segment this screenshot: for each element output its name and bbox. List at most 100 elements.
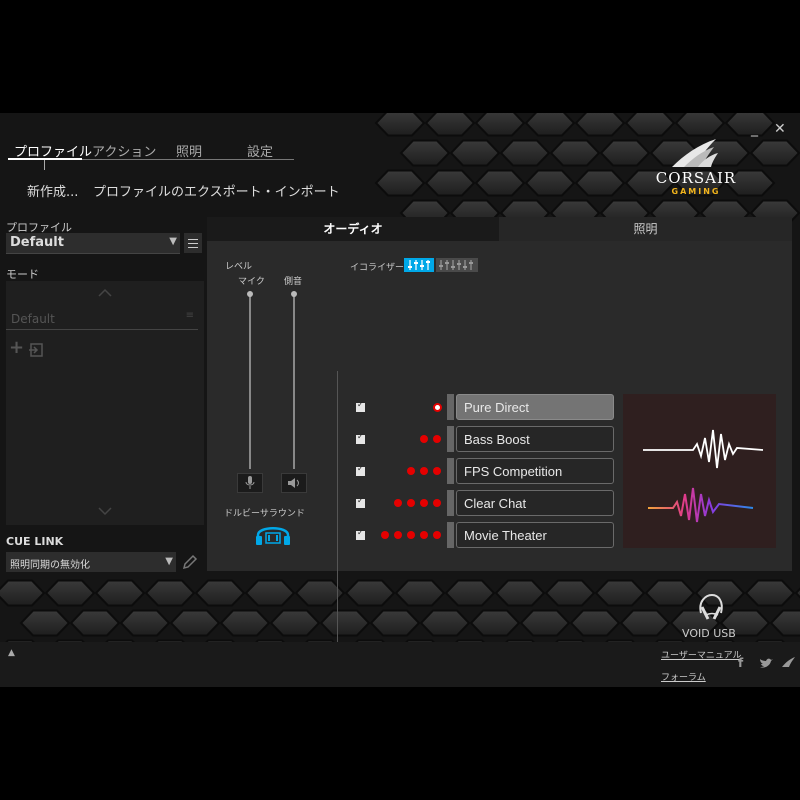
hexagon-tile bbox=[769, 609, 800, 637]
close-button[interactable]: ✕ bbox=[774, 121, 786, 137]
preset-checkbox[interactable] bbox=[356, 432, 365, 444]
profile-menu-button[interactable] bbox=[184, 233, 202, 253]
export-import-link[interactable]: プロファイルのエクスポート・インポート bbox=[93, 181, 340, 200]
eq-custom-mode-button[interactable] bbox=[436, 258, 478, 272]
corsair-icon[interactable] bbox=[780, 656, 796, 668]
preset-indicator-bar bbox=[447, 426, 454, 452]
preset-checkbox[interactable] bbox=[356, 464, 365, 476]
minimize-button[interactable]: _ bbox=[751, 121, 758, 137]
hexagon-tile bbox=[94, 579, 146, 607]
facebook-icon[interactable]: f bbox=[738, 656, 743, 670]
eq-preset-label: Bass Boost bbox=[464, 432, 530, 447]
eq-preset-mode-button[interactable] bbox=[404, 258, 434, 272]
add-mode-icon[interactable]: + bbox=[9, 337, 24, 358]
preset-level-dot bbox=[420, 467, 428, 475]
drag-handle-icon[interactable]: ≡ bbox=[186, 310, 194, 321]
dolby-headphone-icon[interactable] bbox=[255, 524, 291, 546]
hexagon-tile bbox=[269, 609, 321, 637]
audio-visualization bbox=[623, 394, 776, 548]
preset-checkbox[interactable] bbox=[356, 528, 365, 540]
hexagon-tile bbox=[524, 113, 576, 137]
hexagon-tile bbox=[474, 169, 526, 197]
preset-level-dot bbox=[433, 403, 442, 412]
hexagon-tile bbox=[444, 579, 496, 607]
twitter-icon[interactable] bbox=[759, 658, 773, 669]
cue-link-select[interactable]: 照明同期の無効化 ▼ bbox=[6, 552, 176, 572]
scroll-up-icon[interactable] bbox=[98, 289, 112, 297]
hexagon-tile bbox=[374, 113, 426, 137]
preset-level-dot bbox=[420, 499, 428, 507]
hexagon-tile bbox=[169, 609, 221, 637]
tab-actions[interactable]: アクション bbox=[92, 141, 156, 160]
device-name: VOID USB bbox=[682, 627, 736, 640]
sidetone-slider-track[interactable] bbox=[293, 295, 295, 469]
hexagon-tile bbox=[424, 169, 476, 197]
expand-icon[interactable]: ▲ bbox=[8, 648, 15, 658]
hexagon-tile bbox=[119, 609, 171, 637]
app-window: _ ✕ プロファイル アクション 照明 設定 新作成... プロファイルのエクス… bbox=[0, 113, 800, 687]
preset-indicator-bar bbox=[447, 458, 454, 484]
hexagon-tile bbox=[69, 609, 121, 637]
equalizer-label: イコライザー bbox=[350, 263, 405, 273]
hexagon-tile bbox=[749, 139, 800, 167]
eq-preset-button[interactable]: Movie Theater bbox=[456, 522, 614, 548]
hexagon-tile bbox=[424, 113, 476, 137]
hexagon-tile bbox=[374, 169, 426, 197]
pencil-icon[interactable] bbox=[182, 554, 198, 570]
mic-slider-track[interactable] bbox=[249, 295, 251, 469]
eq-preset-button[interactable]: Clear Chat bbox=[456, 490, 614, 516]
hexagon-tile bbox=[569, 609, 621, 637]
import-mode-icon[interactable] bbox=[29, 343, 43, 357]
dolby-label: ドルビーサラウンド bbox=[224, 509, 305, 519]
mode-item-label: Default bbox=[11, 312, 55, 326]
hexagon-tile bbox=[599, 139, 651, 167]
eq-preset-button[interactable]: Bass Boost bbox=[456, 426, 614, 452]
hexagon-tile bbox=[519, 609, 571, 637]
mic-slider-knob[interactable] bbox=[247, 291, 253, 297]
mic-mute-button[interactable] bbox=[237, 473, 263, 493]
preset-level-dot bbox=[420, 435, 428, 443]
preset-level-dot bbox=[407, 531, 415, 539]
tab-lighting[interactable]: 照明 bbox=[176, 141, 202, 160]
preset-checkbox[interactable] bbox=[356, 400, 365, 412]
hexagon-tile bbox=[19, 609, 71, 637]
equalizer-advanced-icon bbox=[439, 260, 473, 270]
mic-label: マイク bbox=[238, 277, 265, 287]
hexagon-tile bbox=[594, 579, 646, 607]
hexagon-tile bbox=[469, 609, 521, 637]
profile-select[interactable]: Default ▼ bbox=[6, 233, 180, 254]
corsair-logo: CORSAIR GAMING bbox=[654, 135, 744, 196]
eq-preset-label: FPS Competition bbox=[464, 464, 563, 479]
sidetone-mute-button[interactable] bbox=[281, 473, 307, 493]
user-manual-link[interactable]: ユーザーマニュアル bbox=[661, 648, 742, 661]
mode-item[interactable]: Default ≡ bbox=[6, 309, 198, 330]
hexagon-tile bbox=[644, 579, 696, 607]
eq-preset-button[interactable]: Pure Direct bbox=[456, 394, 614, 420]
hexagon-tile bbox=[219, 609, 271, 637]
sidetone-slider-knob[interactable] bbox=[291, 291, 297, 297]
hexagon-tile bbox=[369, 609, 421, 637]
tab-audio[interactable]: オーディオ bbox=[207, 217, 499, 241]
new-profile-link[interactable]: 新作成... bbox=[27, 181, 78, 200]
preset-indicator-bar bbox=[447, 522, 454, 548]
forum-link[interactable]: フォーラム bbox=[661, 670, 706, 683]
hexagon-tile bbox=[794, 587, 800, 599]
hexagon-tile bbox=[399, 139, 451, 167]
equalizer-icon bbox=[408, 260, 430, 270]
eq-preset-button[interactable]: FPS Competition bbox=[456, 458, 614, 484]
mode-label: モード bbox=[6, 268, 39, 281]
preset-level-dot bbox=[407, 467, 415, 475]
preset-level-dot bbox=[381, 531, 389, 539]
preset-level-dot bbox=[420, 531, 428, 539]
scroll-down-icon[interactable] bbox=[98, 507, 112, 515]
brand-name: CORSAIR bbox=[655, 169, 737, 187]
chevron-down-icon: ▼ bbox=[169, 236, 177, 247]
hexagon-tile bbox=[574, 113, 626, 137]
preset-checkbox[interactable] bbox=[356, 496, 365, 508]
tab-settings[interactable]: 設定 bbox=[247, 141, 273, 160]
preset-level-dot bbox=[433, 467, 441, 475]
waveform-image bbox=[643, 429, 764, 523]
headset-device-icon[interactable] bbox=[696, 593, 726, 621]
preset-indicator-bar bbox=[447, 394, 454, 420]
tab-main-lighting[interactable]: 照明 bbox=[499, 217, 792, 241]
